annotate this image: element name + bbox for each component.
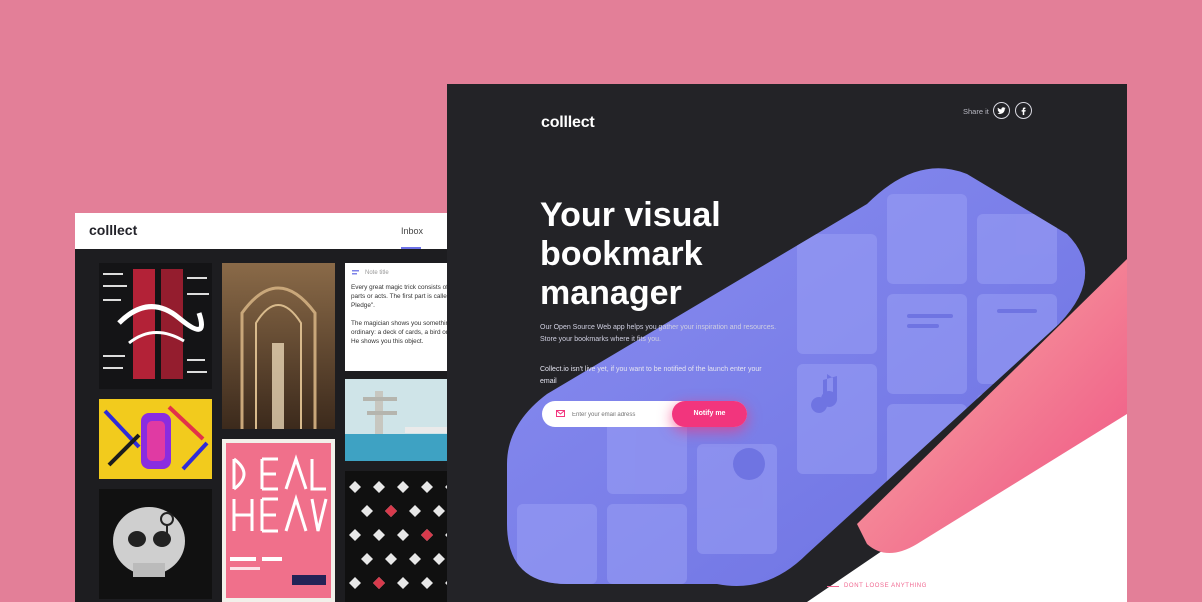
notify-me-button[interactable]: Notify me	[672, 401, 747, 427]
email-input[interactable]	[570, 407, 684, 423]
back-logo[interactable]: colllect	[89, 222, 137, 238]
poster-tile-dead-heavy[interactable]	[222, 439, 335, 602]
front-logo[interactable]: colllect	[541, 114, 595, 132]
section-tag-divider	[827, 586, 839, 587]
photo-tile-cathedral[interactable]	[222, 263, 335, 429]
twitter-icon[interactable]	[993, 102, 1010, 119]
facebook-icon[interactable]	[1015, 102, 1032, 119]
launch-note: Collect.io isn't live yet, if you want t…	[540, 366, 762, 385]
hero-title-line: Your visual	[540, 196, 721, 234]
poster-tile-skull[interactable]	[99, 489, 212, 599]
tab-inbox[interactable]: Inbox	[401, 226, 423, 236]
back-app-header: colllect Inbox	[75, 213, 475, 249]
email-signup-form: Notify me	[542, 401, 747, 427]
poster-tile-sneaker[interactable]	[99, 399, 212, 479]
landing-page-window: colllect Share it Your visual bookmark m…	[447, 84, 1127, 602]
note-icon	[352, 270, 359, 275]
back-app-window: colllect Inbox Note title Every great ma…	[75, 213, 475, 602]
poster-tile-typography[interactable]	[99, 263, 212, 389]
hero-title: Your visual bookmark manager	[540, 196, 800, 313]
share-label: Share it	[963, 107, 989, 116]
mail-icon	[556, 410, 565, 417]
hero-title-line: bookmark	[540, 235, 703, 273]
hero-description: Our Open Source Web app helps you gather…	[540, 324, 777, 343]
hero-title-line: manager	[540, 274, 682, 312]
tab-inbox-indicator	[401, 247, 421, 249]
section-tag: DONT LOOSE ANYTHING	[844, 583, 927, 589]
note-title: Note title	[365, 270, 389, 276]
